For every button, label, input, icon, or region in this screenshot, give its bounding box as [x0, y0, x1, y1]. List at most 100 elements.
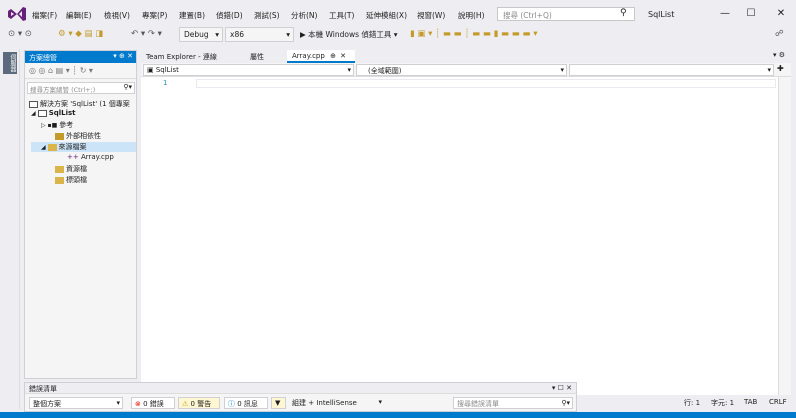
build-filter-select[interactable]: 組建 + IntelliSense ▾ [289, 397, 384, 409]
search-icon[interactable]: ⚲ [620, 8, 627, 18]
menu-test[interactable]: 測試(S) [254, 10, 280, 21]
tree-label: 外部相依性 [66, 132, 101, 140]
solution-explorer-toolbar: ◎ ◎ ⌂ ▤ ▾ ┊ ↻ ▾ [25, 63, 136, 79]
platform-select[interactable]: x86 ▾ [225, 27, 294, 42]
visual-studio-logo-icon[interactable] [8, 6, 26, 22]
tree-label: 來源檔案 [58, 143, 87, 151]
status-char: 字元: 1 [711, 399, 735, 407]
close-icon[interactable]: ✕ [774, 8, 788, 19]
quick-launch-search-input[interactable]: 搜尋 (Ctrl+Q) [497, 7, 635, 21]
tab-array-cpp[interactable]: Array.cpp ⊕ ✕ [287, 50, 355, 63]
editor-tab-strip: Team Explorer - 連線 屬性 Array.cpp ⊕ ✕ ▾ ⚙ [141, 50, 791, 63]
maximize-icon[interactable]: ☐ [744, 8, 758, 19]
status-tab: TAB [744, 398, 758, 406]
build-filter-value: 組建 + IntelliSense [292, 399, 357, 407]
menu-debug[interactable]: 偵錯(D) [216, 10, 243, 21]
new-project-icon[interactable]: ⚙ ▾ ◆ ▤ ◨ [58, 29, 103, 39]
menu-view[interactable]: 檢視(V) [104, 10, 130, 21]
standard-toolbar: ⊙ ▾ ⊙ ⚙ ▾ ◆ ▤ ◨ ↶ ▾ ↷ ▾ Debug ▾ x86 ▾ ▶ 本機… [0, 24, 796, 46]
tree-item-project[interactable]: ◢ SqlList [31, 109, 76, 117]
status-line: 行: 1 [684, 399, 701, 407]
minimize-icon[interactable]: — [718, 8, 732, 19]
editor-gutter: 1 [141, 77, 179, 395]
pin-icon[interactable]: ⊕ [330, 52, 336, 60]
menu-help[interactable]: 說明(H) [458, 10, 485, 21]
start-debugging-button[interactable]: ▶ 本機 Windows 偵錯工具 ▾ [300, 29, 398, 40]
menu-build[interactable]: 建置(B) [179, 10, 205, 21]
configuration-value: Debug [184, 30, 209, 39]
tab-team-explorer[interactable]: Team Explorer - 連線 [141, 50, 245, 63]
tree-item-external-deps[interactable]: 外部相依性 [55, 131, 101, 141]
solution-search-input[interactable]: 搜尋方案總管 (Ctrl+;) ⚲▾ [27, 82, 135, 94]
menu-file[interactable]: 檔案(F) [32, 10, 57, 21]
panel-controls-icon[interactable]: ▾ ☐ ✕ [552, 384, 572, 392]
solution-explorer-title: 方案總管 [29, 54, 57, 62]
tree-label: SqlList [48, 109, 76, 117]
menu-project[interactable]: 專案(P) [142, 10, 167, 21]
solution-title: SqlList [648, 10, 675, 19]
project-icon: ▣ [147, 66, 156, 74]
tab-properties[interactable]: 屬性 [245, 50, 287, 63]
error-scope-select[interactable]: 整個方案 ▾ [29, 397, 123, 409]
undo-icon[interactable]: ↶ ▾ ↷ ▾ [131, 29, 162, 39]
panel-controls-icon[interactable]: ▾ ⊕ ✕ [113, 52, 133, 60]
configuration-select[interactable]: Debug ▾ [179, 27, 223, 42]
tab-label: Team Explorer - 連線 [146, 53, 217, 61]
solution-toolbar-icons[interactable]: ◎ ◎ ⌂ ▤ ▾ ┊ ↻ ▾ [29, 66, 93, 75]
tree-label: Array.cpp [80, 153, 114, 161]
tree-item-references[interactable]: ▷ ▪■ 參考 [41, 120, 73, 130]
warnings-filter-button[interactable]: ⚠ 0 警告 [178, 397, 220, 409]
live-share-icon[interactable]: ☍ [775, 29, 784, 39]
errors-filter-button[interactable]: ⊗ 0 錯誤 [131, 397, 175, 409]
filter-icon[interactable]: ▼ [271, 397, 286, 409]
tab-label: Array.cpp [292, 52, 325, 60]
line-number: 1 [163, 79, 168, 87]
server-explorer-tab[interactable]: 伺服器 [3, 52, 17, 74]
error-scope-value: 整個方案 [33, 400, 61, 408]
menu-edit[interactable]: 編輯(E) [66, 10, 92, 21]
tree-item-solution[interactable]: 解決方案 'SqlList' (1 個專案 [29, 99, 130, 109]
menu-analyze[interactable]: 分析(N) [291, 10, 317, 21]
split-window-icon[interactable]: ✚ [777, 64, 784, 73]
cpp-file-icon: ++ [67, 153, 79, 161]
back-icon[interactable]: ⊙ ▾ ⊙ [8, 29, 32, 39]
project-scope-select[interactable]: ▣ SqlList ▾ [143, 64, 354, 76]
tree-item-source-files[interactable]: ◢ 來源檔案 [31, 142, 136, 152]
error-list-panel: 錯誤清單 ▾ ☐ ✕ 整個方案 ▾ ⊗ 0 錯誤 ⚠ 0 警告 ⓘ 0 訊息 ▼ … [24, 382, 577, 412]
close-tab-icon[interactable]: ✕ [340, 52, 346, 60]
error-search-input[interactable]: 搜尋錯誤清單 ⚲▾ [453, 397, 573, 409]
scope-select[interactable]: (全域範圍) ▾ [356, 64, 567, 76]
nav-project-value: SqlList [155, 66, 179, 74]
tree-label: 解決方案 'SqlList' (1 個專案 [40, 100, 130, 108]
tree-item-headers[interactable]: 標頭檔 [55, 175, 87, 185]
menu-window[interactable]: 視窗(W) [417, 10, 445, 21]
error-search-placeholder: 搜尋錯誤清單 [457, 400, 499, 408]
status-eol: CRLF [769, 398, 787, 406]
messages-filter-button[interactable]: ⓘ 0 訊息 [224, 397, 268, 409]
solution-icon [29, 100, 38, 108]
messages-count: 0 訊息 [237, 400, 258, 408]
external-deps-icon [55, 132, 64, 140]
error-icon: ⊗ [135, 400, 141, 408]
nav-scope-value: (全域範圍) [368, 67, 402, 75]
member-select[interactable]: ▾ [569, 64, 774, 76]
warning-icon: ⚠ [182, 400, 189, 408]
search-icon: ⚲▾ [561, 399, 570, 407]
tree-label: 資源檔 [66, 165, 87, 173]
editor-vertical-scrollbar[interactable] [778, 77, 791, 395]
warnings-count: 0 警告 [190, 400, 212, 408]
tree-label: 標頭檔 [66, 176, 87, 184]
search-icon: ⚲▾ [123, 83, 132, 91]
expand-icon[interactable]: ◢ [31, 110, 38, 117]
references-icon: ▪■ [47, 122, 60, 129]
solution-search-placeholder: 搜尋方案總管 (Ctrl+;) [30, 86, 96, 94]
tab-overflow-icon[interactable]: ▾ ⚙ [773, 51, 785, 59]
menu-tools[interactable]: 工具(T) [329, 10, 354, 21]
toolbar-extra-icons[interactable]: ▮ ▣ ▾ ┊ ▬ ▬ ┊ ▬ ▬ ▮ ▬ ▬ ▬ ▾ [410, 29, 538, 39]
menu-extensions[interactable]: 延伸模組(X) [366, 10, 407, 21]
tree-item-resources[interactable]: 資源檔 [55, 164, 87, 174]
tree-item-array-cpp[interactable]: ++ Array.cpp [67, 153, 114, 161]
side-tool-strip: 伺服器 [0, 49, 20, 409]
info-icon: ⓘ [228, 400, 235, 408]
code-editor[interactable]: 1 [141, 77, 778, 395]
